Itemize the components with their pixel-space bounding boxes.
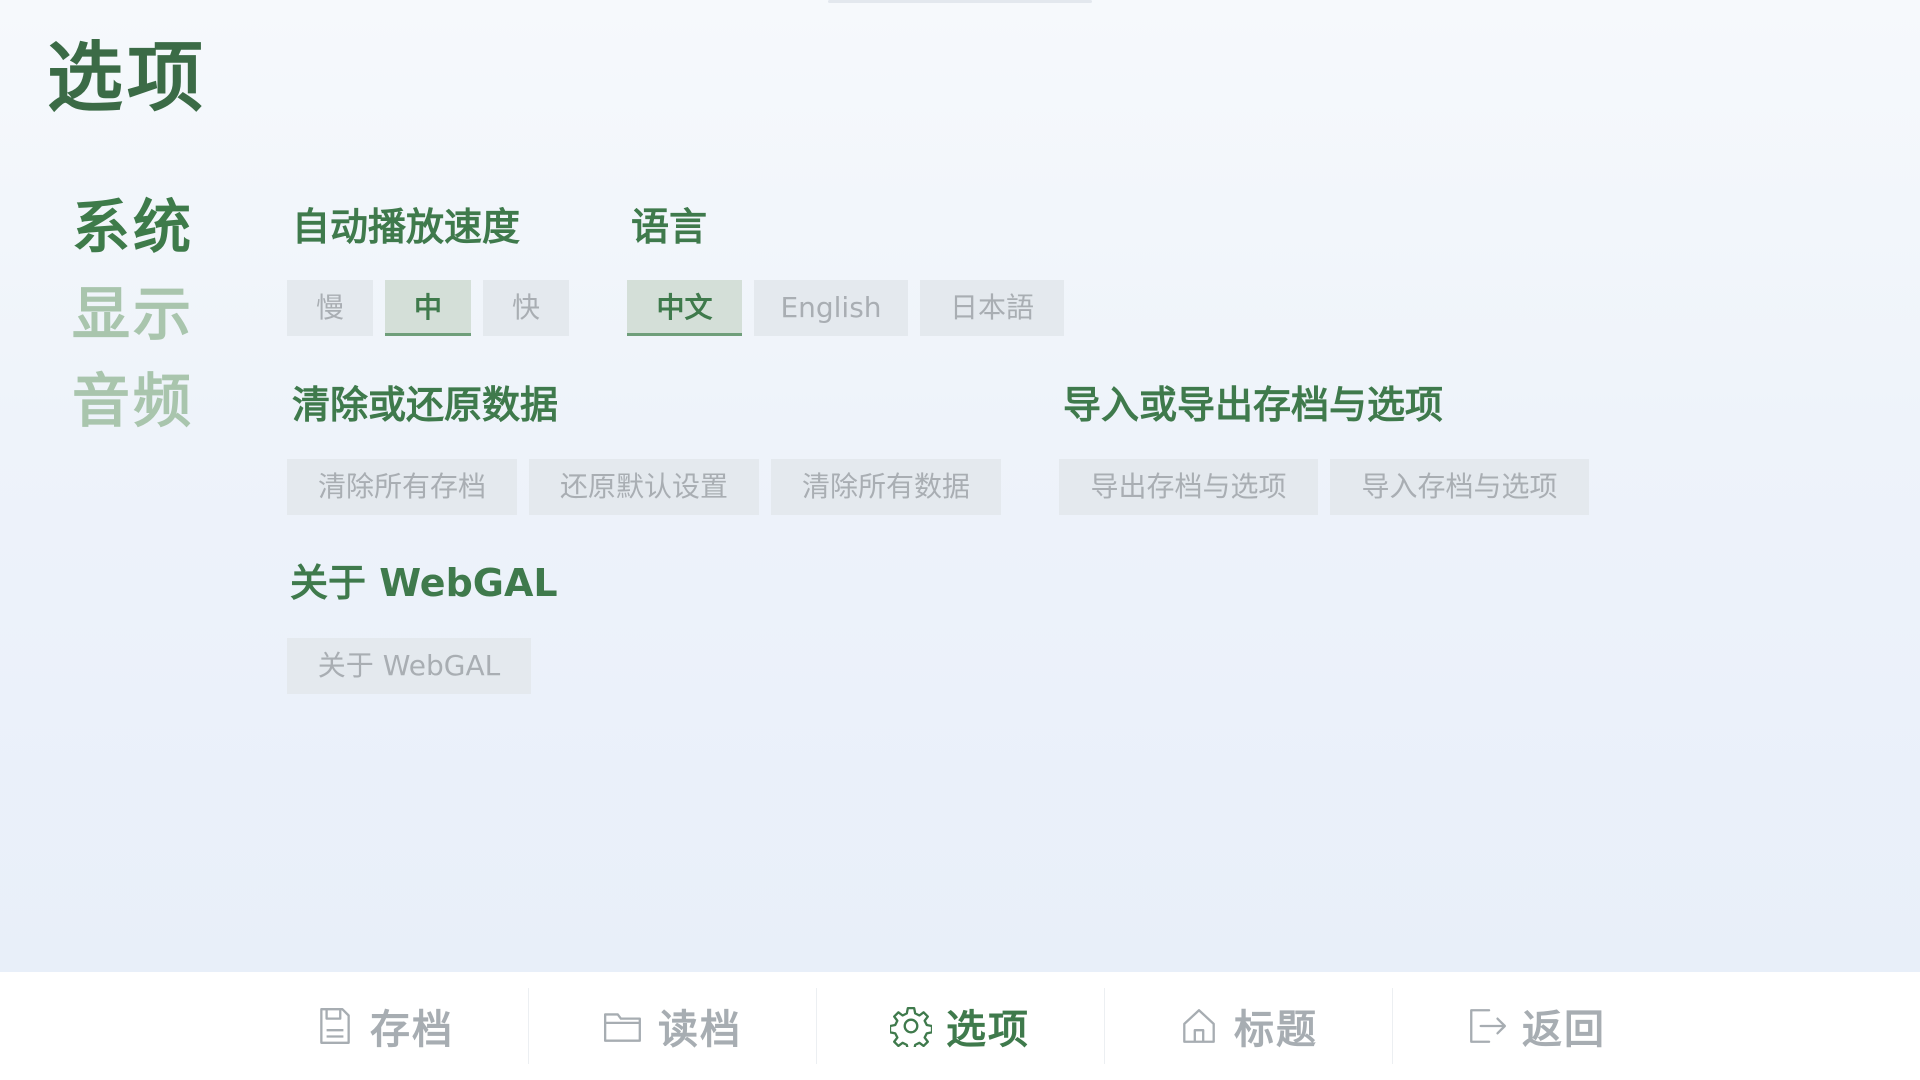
speed-slow-button[interactable]: 慢 — [287, 280, 373, 336]
import-export-title: 导入或导出存档与选项 — [1063, 383, 1444, 427]
bottom-nav: 存档 读档 选项 标题 返回 — [0, 972, 1920, 1080]
nav-title-label: 标题 — [1234, 1007, 1318, 1053]
clear-data-title: 清除或还原数据 — [292, 383, 559, 427]
gear-icon — [890, 1006, 932, 1047]
tab-audio[interactable]: 音频 — [72, 372, 202, 459]
clear-all-saves-button[interactable]: 清除所有存档 — [287, 459, 517, 515]
folder-icon — [603, 1013, 641, 1042]
clear-all-data-button[interactable]: 清除所有数据 — [771, 459, 1001, 515]
import-saves-button[interactable]: 导入存档与选项 — [1330, 459, 1589, 515]
side-nav: 系统 显示 音频 — [72, 198, 202, 459]
nav-load[interactable]: 读档 — [528, 972, 816, 1080]
language-title: 语言 — [631, 205, 708, 249]
language-chinese-button[interactable]: 中文 — [627, 280, 742, 336]
speed-medium-button[interactable]: 中 — [385, 280, 471, 336]
autoplay-speed-title: 自动播放速度 — [292, 205, 521, 249]
nav-save[interactable]: 存档 — [240, 972, 528, 1080]
nav-save-label: 存档 — [370, 1007, 454, 1053]
exit-icon — [1470, 1009, 1507, 1043]
tab-display[interactable]: 显示 — [72, 285, 202, 372]
restore-defaults-button[interactable]: 还原默认设置 — [529, 459, 759, 515]
speed-fast-button[interactable]: 快 — [483, 280, 569, 336]
about-title: 关于 WebGAL — [290, 561, 558, 605]
language-japanese-button[interactable]: 日本語 — [920, 280, 1064, 336]
export-saves-button[interactable]: 导出存档与选项 — [1059, 459, 1318, 515]
nav-back-label: 返回 — [1522, 1007, 1606, 1053]
nav-title[interactable]: 标题 — [1104, 972, 1392, 1080]
nav-back[interactable]: 返回 — [1392, 972, 1680, 1080]
save-icon — [320, 1008, 350, 1044]
about-webgal-button[interactable]: 关于 WebGAL — [287, 638, 531, 694]
language-english-button[interactable]: English — [754, 280, 908, 336]
top-indicator — [828, 0, 1092, 3]
tab-system[interactable]: 系统 — [72, 198, 202, 285]
nav-load-label: 读档 — [658, 1007, 742, 1053]
page-title: 选项 — [47, 33, 207, 122]
home-icon — [1183, 1009, 1215, 1043]
nav-options-label: 选项 — [946, 1007, 1030, 1053]
nav-options[interactable]: 选项 — [816, 972, 1104, 1080]
